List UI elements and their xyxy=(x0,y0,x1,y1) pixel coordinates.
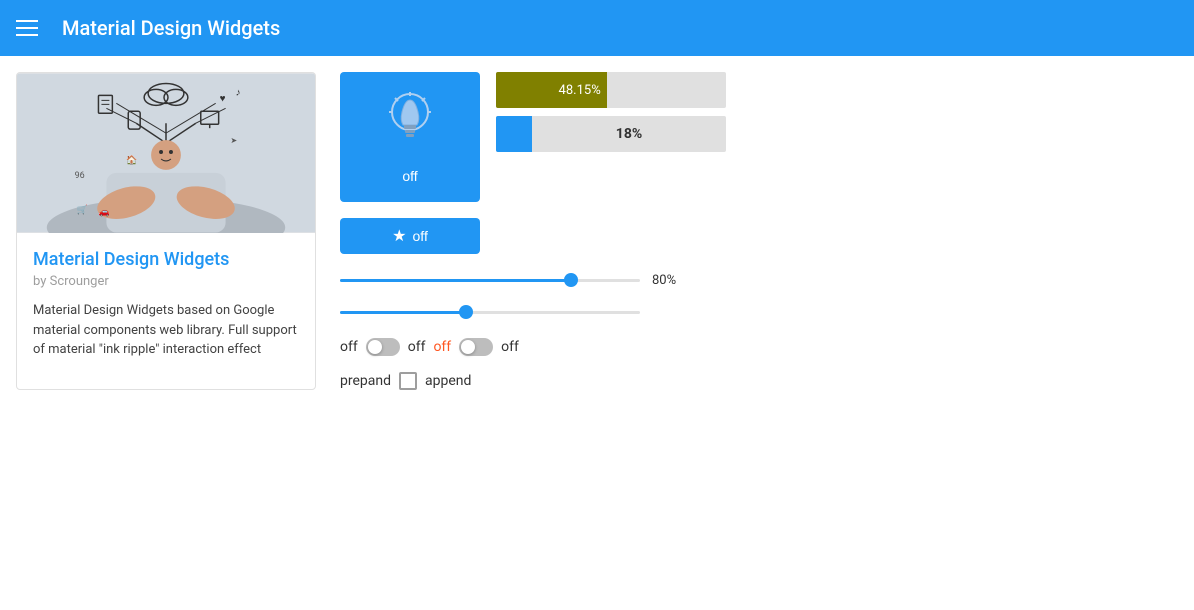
checkbox-input[interactable] xyxy=(399,372,417,390)
svg-text:96: 96 xyxy=(75,171,85,181)
slider-2-track[interactable] xyxy=(340,302,640,322)
header-title: Material Design Widgets xyxy=(62,16,280,40)
star-icon: ★ xyxy=(392,226,406,246)
slider-1-bg xyxy=(340,279,640,282)
svg-text:🚗: 🚗 xyxy=(98,208,109,218)
toggle-1-knob xyxy=(368,340,382,354)
svg-text:🛒: 🛒 xyxy=(77,204,88,216)
slider-row-2 xyxy=(340,302,1178,322)
bulb-icon xyxy=(385,90,435,160)
progress-bar-2-label: 18% xyxy=(532,126,726,142)
toggle-3-label: off xyxy=(433,339,451,355)
bulb-button-label: off xyxy=(402,168,417,184)
menu-button[interactable] xyxy=(16,20,38,36)
card-body: Material Design Widgets by Scrounger Mat… xyxy=(17,233,315,376)
star-button[interactable]: ★ off xyxy=(340,218,480,254)
toggle-1-switch[interactable] xyxy=(366,338,400,356)
toggles-row: off off off off xyxy=(340,338,1178,356)
slider-2-fill xyxy=(340,311,466,314)
card-author: by Scrounger xyxy=(33,274,299,289)
main-content: ♥ ♪ 🛒 🚗 96 🏠 ➤ Material Design Widgets xyxy=(0,56,1194,406)
widgets-area: off 48.15% 18% ★ off xyxy=(340,72,1178,390)
star-button-label: off xyxy=(413,228,428,244)
card-title: Material Design Widgets xyxy=(33,249,299,270)
slider-row-1: 80% xyxy=(340,270,1178,290)
toggle-2-label: off xyxy=(408,339,426,355)
sliders-group: 80% xyxy=(340,270,1178,322)
progress-fill-blue xyxy=(496,116,532,152)
slider-1-fill xyxy=(340,279,571,282)
progress-bar-2: 18% xyxy=(496,116,726,152)
widget-card: ♥ ♪ 🛒 🚗 96 🏠 ➤ Material Design Widgets xyxy=(16,72,316,390)
card-image: ♥ ♪ 🛒 🚗 96 🏠 ➤ xyxy=(17,73,315,233)
svg-text:♥: ♥ xyxy=(220,93,226,104)
slider-1-thumb[interactable] xyxy=(564,273,578,287)
checkbox-prepend-label: prepand xyxy=(340,373,391,389)
checkbox-append-label: append xyxy=(425,373,471,389)
toggle-1-label: off xyxy=(340,339,358,355)
app-header: Material Design Widgets xyxy=(0,0,1194,56)
svg-text:🏠: 🏠 xyxy=(126,155,137,166)
svg-text:➤: ➤ xyxy=(231,136,238,145)
progress-bar-1: 48.15% xyxy=(496,72,726,108)
slider-2-bg xyxy=(340,311,640,314)
progress-fill-olive: 48.15% xyxy=(496,72,607,108)
progress-bars: 48.15% 18% xyxy=(496,72,1178,152)
toggle-2-knob xyxy=(461,340,475,354)
progress-bar-1-label: 48.15% xyxy=(559,83,601,98)
toggle-2-switch[interactable] xyxy=(459,338,493,356)
slider-1-label: 80% xyxy=(652,273,692,288)
bulb-button[interactable]: off xyxy=(340,72,480,202)
toggle-4-label: off xyxy=(501,339,519,355)
card-illustration: ♥ ♪ 🛒 🚗 96 🏠 ➤ xyxy=(17,73,315,233)
card-description: Material Design Widgets based on Google … xyxy=(33,301,299,360)
checkbox-row: prepand append xyxy=(340,372,1178,390)
svg-text:♪: ♪ xyxy=(236,87,241,98)
slider-1-track[interactable] xyxy=(340,270,640,290)
star-button-row: ★ off xyxy=(340,218,1178,254)
slider-2-thumb[interactable] xyxy=(459,305,473,319)
row-1: off 48.15% 18% xyxy=(340,72,1178,202)
